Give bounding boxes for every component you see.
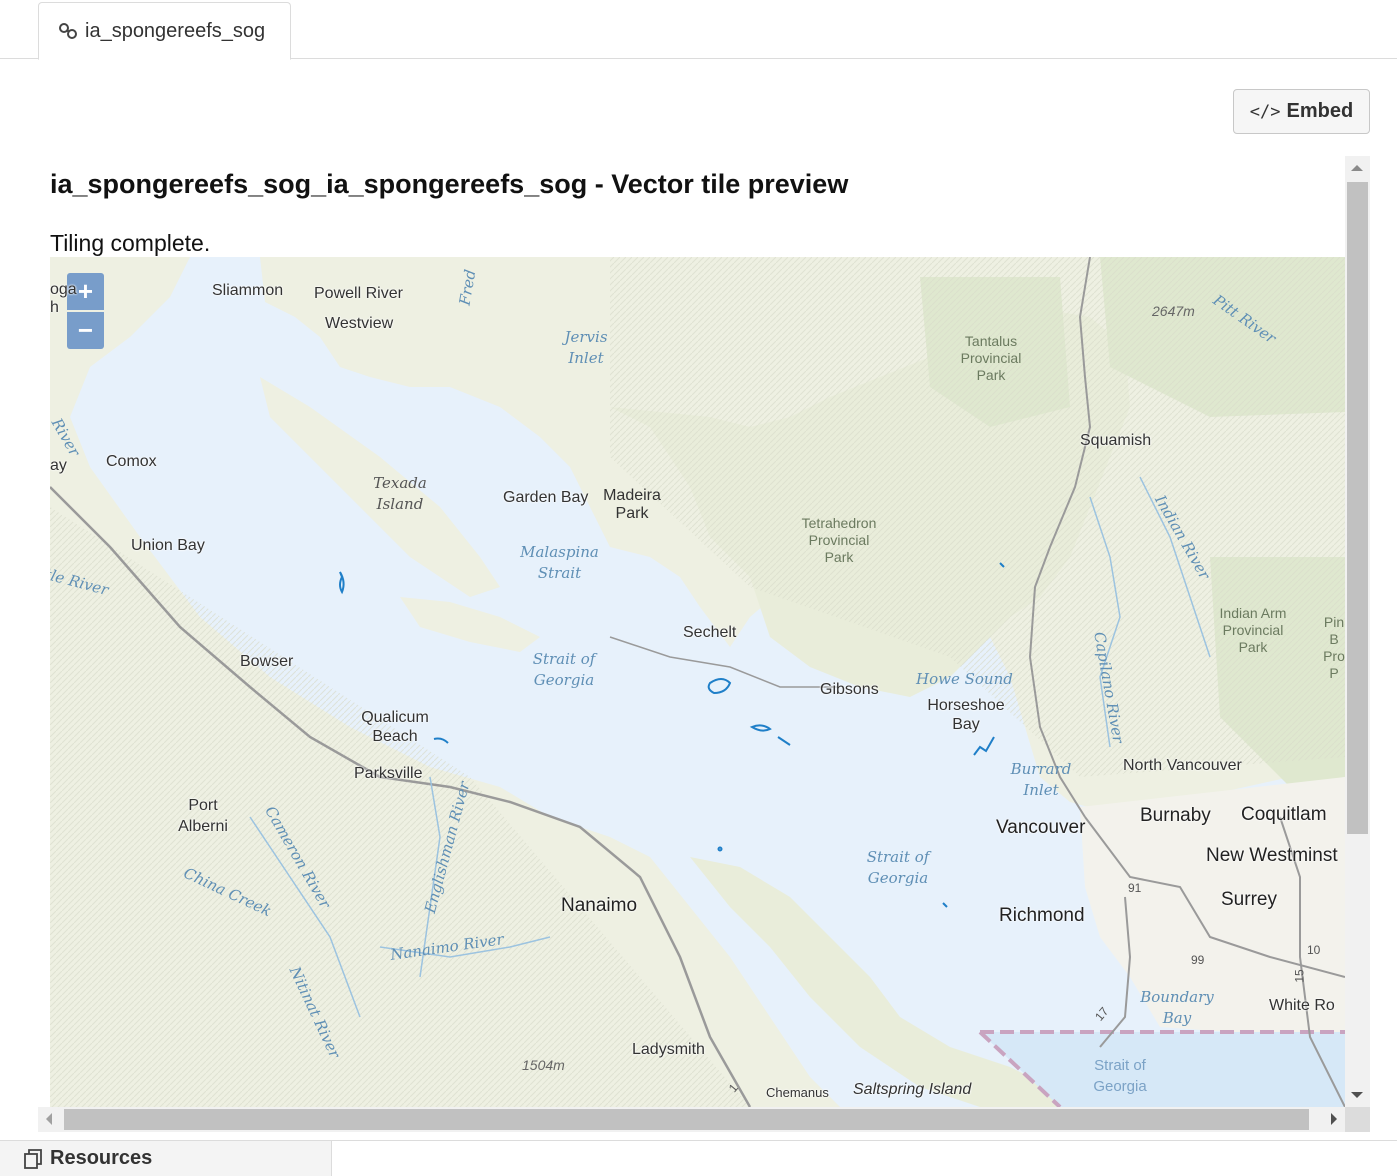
place-label: Powell River xyxy=(314,285,403,302)
scroll-corner xyxy=(1345,1107,1370,1132)
embed-label: Embed xyxy=(1286,100,1354,122)
resources-icon xyxy=(24,1148,42,1169)
horizontal-scrollbar[interactable] xyxy=(38,1107,1345,1132)
page-title: ia_spongereefs_sog_ia_spongereefs_sog - … xyxy=(50,169,849,199)
place-label: White Ro xyxy=(1269,997,1335,1014)
place-label: Port Alberni xyxy=(178,797,228,835)
place-label: Nanaimo xyxy=(561,895,638,916)
island-label: Texada Island xyxy=(373,474,427,513)
place-label: Sechelt xyxy=(683,624,737,641)
place-label: Burnaby xyxy=(1140,805,1211,826)
elevation-label: 1504m xyxy=(522,1057,565,1073)
edge-label: oga xyxy=(50,281,77,298)
place-label: Parksville xyxy=(354,765,423,782)
place-label: Sliammon xyxy=(212,282,284,299)
tiling-status: Tiling complete. xyxy=(50,230,211,256)
road-shield: 15 xyxy=(1292,969,1307,983)
preview-frame: ia_spongereefs_sog_ia_spongereefs_sog - … xyxy=(38,156,1370,1132)
water-label: Howe Sound xyxy=(916,670,1013,688)
water-label: Strait of Georgia xyxy=(1093,1057,1147,1095)
scroll-down-icon[interactable] xyxy=(1351,1092,1363,1098)
bottom-tab-bar: Resources xyxy=(0,1140,1397,1176)
scroll-thumb[interactable] xyxy=(1347,182,1368,834)
link-icon xyxy=(59,23,77,39)
scroll-left-icon[interactable] xyxy=(46,1113,52,1125)
tab-layer[interactable]: ia_spongereefs_sog xyxy=(38,2,291,60)
place-label: North Vancouver xyxy=(1123,757,1242,774)
scroll-right-icon[interactable] xyxy=(1331,1113,1337,1125)
park-label: Madeira Park xyxy=(603,487,661,522)
place-label: Richmond xyxy=(999,905,1085,926)
place-label: Squamish xyxy=(1080,432,1152,449)
basemap xyxy=(50,257,1345,1107)
place-label: Garden Bay xyxy=(503,489,589,506)
vertical-scrollbar[interactable] xyxy=(1345,156,1370,1107)
tab-label: ia_spongereefs_sog xyxy=(85,19,266,42)
place-label: Gibsons xyxy=(820,681,879,698)
edge-label: h xyxy=(50,299,59,316)
road-shield: 10 xyxy=(1307,943,1321,957)
water-label: Strait of Georgia xyxy=(866,848,930,887)
park-label: Pin B Pro P xyxy=(1323,614,1345,681)
place-label: Horseshoe Bay xyxy=(927,697,1005,733)
place-label: Ladysmith xyxy=(632,1041,705,1058)
park-label: Tantalus Provincial Park xyxy=(960,333,1022,383)
water-label: Malaspina Strait xyxy=(520,543,599,582)
road-shield: 91 xyxy=(1128,881,1142,895)
elevation-label: 2647m xyxy=(1152,303,1195,319)
edge-label: ay xyxy=(50,457,67,474)
map-view[interactable]: + − oga h ay Sliammon Powell River Westv… xyxy=(50,257,1345,1107)
place-label: Comox xyxy=(106,453,157,470)
water-label: Jervis Inlet xyxy=(564,328,608,367)
place-label: Union Bay xyxy=(131,537,205,554)
park-label: Tetrahedron Provincial Park xyxy=(801,515,877,565)
road-shield: 99 xyxy=(1191,953,1205,967)
place-label: New Westminst xyxy=(1206,845,1338,866)
zoom-out-button[interactable]: − xyxy=(67,312,104,349)
water-label: Boundary Bay xyxy=(1140,988,1214,1027)
resources-label: Resources xyxy=(50,1147,153,1169)
park-label: Indian Arm Provincial Park xyxy=(1219,605,1287,655)
place-label: Vancouver xyxy=(996,817,1086,838)
embed-button[interactable]: </> Embed xyxy=(1233,89,1370,134)
scroll-thumb[interactable] xyxy=(64,1109,1309,1130)
place-label: Westview xyxy=(325,315,394,332)
place-label: Surrey xyxy=(1221,889,1277,910)
scroll-up-icon[interactable] xyxy=(1351,165,1363,171)
place-label: Qualicum Beach xyxy=(361,709,429,745)
place-label: Chemanus xyxy=(766,1085,829,1100)
place-label: Bowser xyxy=(240,653,294,670)
place-label: Coquitlam xyxy=(1241,804,1327,825)
place-label: Saltspring Island xyxy=(853,1081,972,1098)
water-label: Strait of Georgia xyxy=(532,650,596,689)
tab-resources[interactable]: Resources xyxy=(0,1141,332,1176)
code-icon: </> xyxy=(1249,101,1281,122)
water-label: Burrard Inlet xyxy=(1010,760,1072,799)
top-tab-bar: ia_spongereefs_sog xyxy=(0,0,1397,60)
